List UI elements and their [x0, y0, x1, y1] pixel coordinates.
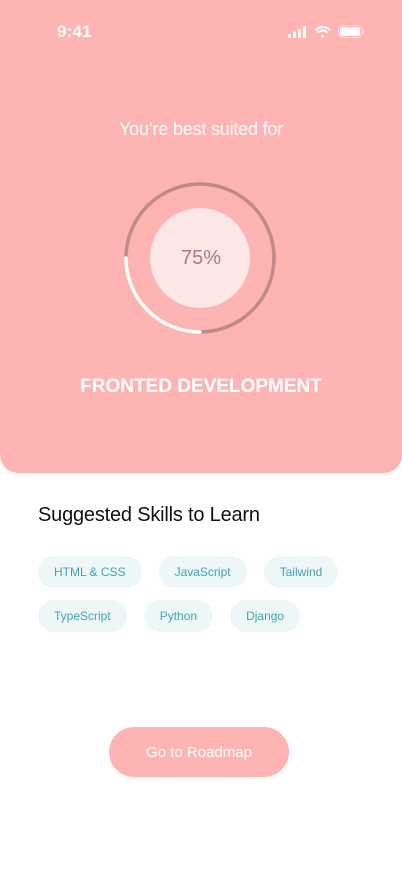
progress-percentage: 75% — [180, 246, 222, 269]
skill-chip-tailwind[interactable]: Tailwind — [263, 556, 339, 588]
skill-chip-javascript[interactable]: JavaScript — [158, 556, 247, 588]
skill-chip-typescript[interactable]: TypeScript — [38, 600, 127, 632]
status-time: 9:41 — [57, 22, 92, 41]
result-screen: 9:41 You’re best suited for 75% FRONTED … — [0, 0, 402, 874]
skill-chip-html-css[interactable]: HTML & CSS — [38, 556, 142, 588]
skills-chip-row: TypeScript Python Django — [38, 600, 301, 632]
go-to-roadmap-button[interactable]: Go to Roadmap — [109, 727, 289, 777]
wifi-icon — [314, 25, 331, 38]
skill-chip-python[interactable]: Python — [143, 600, 214, 632]
result-hero-card: 9:41 You’re best suited for 75% FRONTED … — [0, 0, 402, 473]
battery-icon — [338, 25, 365, 38]
skill-chip-django[interactable]: Django — [230, 600, 301, 632]
cellular-signal-icon — [288, 25, 307, 38]
result-title: FRONTED DEVELOPMENT — [80, 376, 322, 397]
suggested-skills-title: Suggested Skills to Learn — [38, 504, 260, 526]
result-headline: You’re best suited for — [118, 119, 284, 139]
status-icons — [288, 25, 365, 38]
status-bar: 9:41 — [0, 0, 402, 62]
skills-chip-row: HTML & CSS JavaScript Tailwind — [38, 556, 339, 588]
